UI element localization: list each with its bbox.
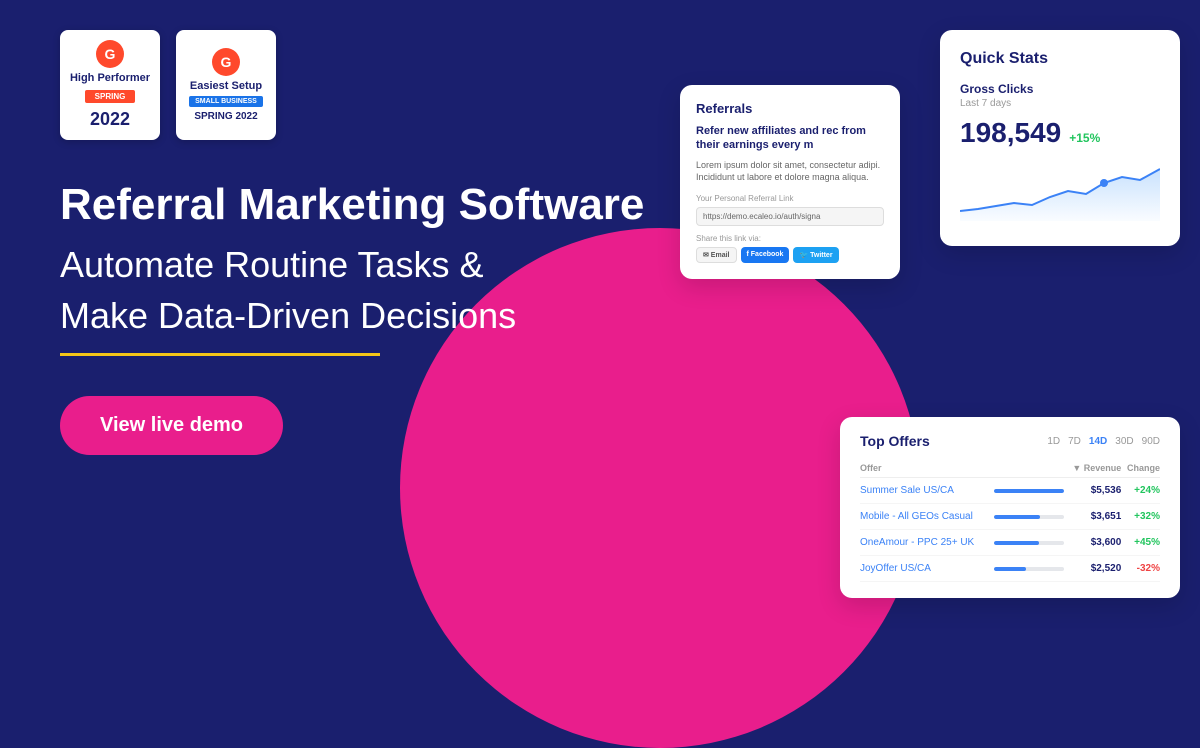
badge-year-1: 2022 bbox=[90, 109, 130, 130]
badge-title-2: Easiest Setup bbox=[190, 80, 262, 93]
period-tabs: 1D 7D 14D 30D 90D bbox=[1047, 436, 1160, 447]
share-twitter-button[interactable]: 🐦 Twitter bbox=[793, 247, 838, 263]
quick-stats-card: Quick Stats Gross Clicks Last 7 days 198… bbox=[940, 30, 1180, 246]
quick-stats-title: Quick Stats bbox=[960, 50, 1160, 68]
main-headline: Referral Marketing Software bbox=[60, 180, 700, 231]
top-offers-title: Top Offers bbox=[860, 433, 930, 449]
share-email-button[interactable]: ✉ Email bbox=[696, 247, 737, 263]
period-tab-14d[interactable]: 14D bbox=[1089, 436, 1107, 447]
sub-headline-2: Make Data-Driven Decisions bbox=[60, 294, 700, 337]
offers-col-offer: Offer bbox=[860, 459, 994, 478]
table-row: JoyOffer US/CA $2,520-32% bbox=[860, 556, 1160, 582]
badge-high-performer: G High Performer SPRING 2022 bbox=[60, 30, 160, 140]
quick-stats-period: Last 7 days bbox=[960, 98, 1160, 109]
period-tab-30d[interactable]: 30D bbox=[1115, 436, 1133, 447]
referrals-card-heading: Refer new affiliates and rec from their … bbox=[696, 124, 884, 153]
sub-headline-1: Automate Routine Tasks & bbox=[60, 243, 700, 286]
badge-ribbon-1: SPRING bbox=[85, 90, 136, 103]
quick-stats-change: +15% bbox=[1069, 131, 1100, 145]
table-row: Summer Sale US/CA $5,536+24% bbox=[860, 478, 1160, 504]
share-facebook-button[interactable]: f Facebook bbox=[741, 247, 790, 263]
offer-revenue: $3,600 bbox=[1064, 530, 1121, 556]
left-panel: G High Performer SPRING 2022 G Easiest S… bbox=[60, 0, 700, 628]
badge-easiest-setup: G Easiest Setup Small Business SPRING 20… bbox=[176, 30, 276, 140]
offer-change: +32% bbox=[1121, 504, 1160, 530]
offer-bar bbox=[994, 556, 1064, 582]
offer-name[interactable]: JoyOffer US/CA bbox=[860, 556, 994, 582]
right-panel: Referrals Refer new affiliates and rec f… bbox=[640, 0, 1200, 628]
offer-change: +24% bbox=[1121, 478, 1160, 504]
offer-name[interactable]: Summer Sale US/CA bbox=[860, 478, 994, 504]
demo-button[interactable]: View live demo bbox=[60, 396, 283, 455]
period-tab-7d[interactable]: 7D bbox=[1068, 436, 1081, 447]
top-offers-header: Top Offers 1D 7D 14D 30D 90D bbox=[860, 433, 1160, 449]
quick-stats-value-row: 198,549 +15% bbox=[960, 117, 1160, 149]
period-tab-90d[interactable]: 90D bbox=[1142, 436, 1160, 447]
offer-revenue: $5,536 bbox=[1064, 478, 1121, 504]
yellow-divider bbox=[60, 353, 380, 356]
gross-clicks-chart bbox=[960, 161, 1160, 221]
referrals-link-value: https://demo.ecaleo.io/auth/signa bbox=[696, 207, 884, 226]
badge-title-1: High Performer bbox=[70, 72, 150, 85]
offers-table: Offer ▼ Revenue Change Summer Sale US/CA… bbox=[860, 459, 1160, 582]
offers-col-change: Change bbox=[1121, 459, 1160, 478]
offer-bar bbox=[994, 530, 1064, 556]
referrals-card-title: Referrals bbox=[696, 101, 884, 116]
referrals-card-body: Lorem ipsum dolor sit amet, consectetur … bbox=[696, 159, 884, 184]
offer-name[interactable]: OneAmour - PPC 25+ UK bbox=[860, 530, 994, 556]
offers-table-body: Summer Sale US/CA$5,536+24%Mobile - All … bbox=[860, 478, 1160, 582]
offer-revenue: $3,651 bbox=[1064, 504, 1121, 530]
table-row: OneAmour - PPC 25+ UK $3,600+45% bbox=[860, 530, 1160, 556]
offers-col-revenue: ▼ Revenue bbox=[1064, 459, 1121, 478]
share-buttons: ✉ Email f Facebook 🐦 Twitter bbox=[696, 247, 884, 263]
offer-change: +45% bbox=[1121, 530, 1160, 556]
referrals-card: Referrals Refer new affiliates and rec f… bbox=[680, 85, 900, 279]
offers-col-bar bbox=[994, 459, 1064, 478]
offer-bar bbox=[994, 504, 1064, 530]
period-tab-1d[interactable]: 1D bbox=[1047, 436, 1060, 447]
badge-year-2: SPRING 2022 bbox=[194, 111, 257, 122]
offer-revenue: $2,520 bbox=[1064, 556, 1121, 582]
quick-stats-metric-label: Gross Clicks bbox=[960, 82, 1160, 96]
offer-bar bbox=[994, 478, 1064, 504]
content-wrapper: G High Performer SPRING 2022 G Easiest S… bbox=[0, 0, 1200, 628]
badges-row: G High Performer SPRING 2022 G Easiest S… bbox=[60, 30, 700, 140]
top-offers-card: Top Offers 1D 7D 14D 30D 90D Offer ▼ Rev… bbox=[840, 417, 1180, 598]
quick-stats-value: 198,549 bbox=[960, 117, 1061, 149]
g2-logo-1: G bbox=[96, 40, 124, 68]
offers-table-header-row: Offer ▼ Revenue Change bbox=[860, 459, 1160, 478]
table-row: Mobile - All GEOs Casual $3,651+32% bbox=[860, 504, 1160, 530]
offer-change: -32% bbox=[1121, 556, 1160, 582]
referrals-link-label: Your Personal Referral Link bbox=[696, 194, 884, 203]
badge-ribbon-blue-2: Small Business bbox=[189, 96, 263, 107]
referrals-share-label: Share this link via: bbox=[696, 234, 884, 243]
offer-name[interactable]: Mobile - All GEOs Casual bbox=[860, 504, 994, 530]
g2-logo-2: G bbox=[212, 48, 240, 76]
